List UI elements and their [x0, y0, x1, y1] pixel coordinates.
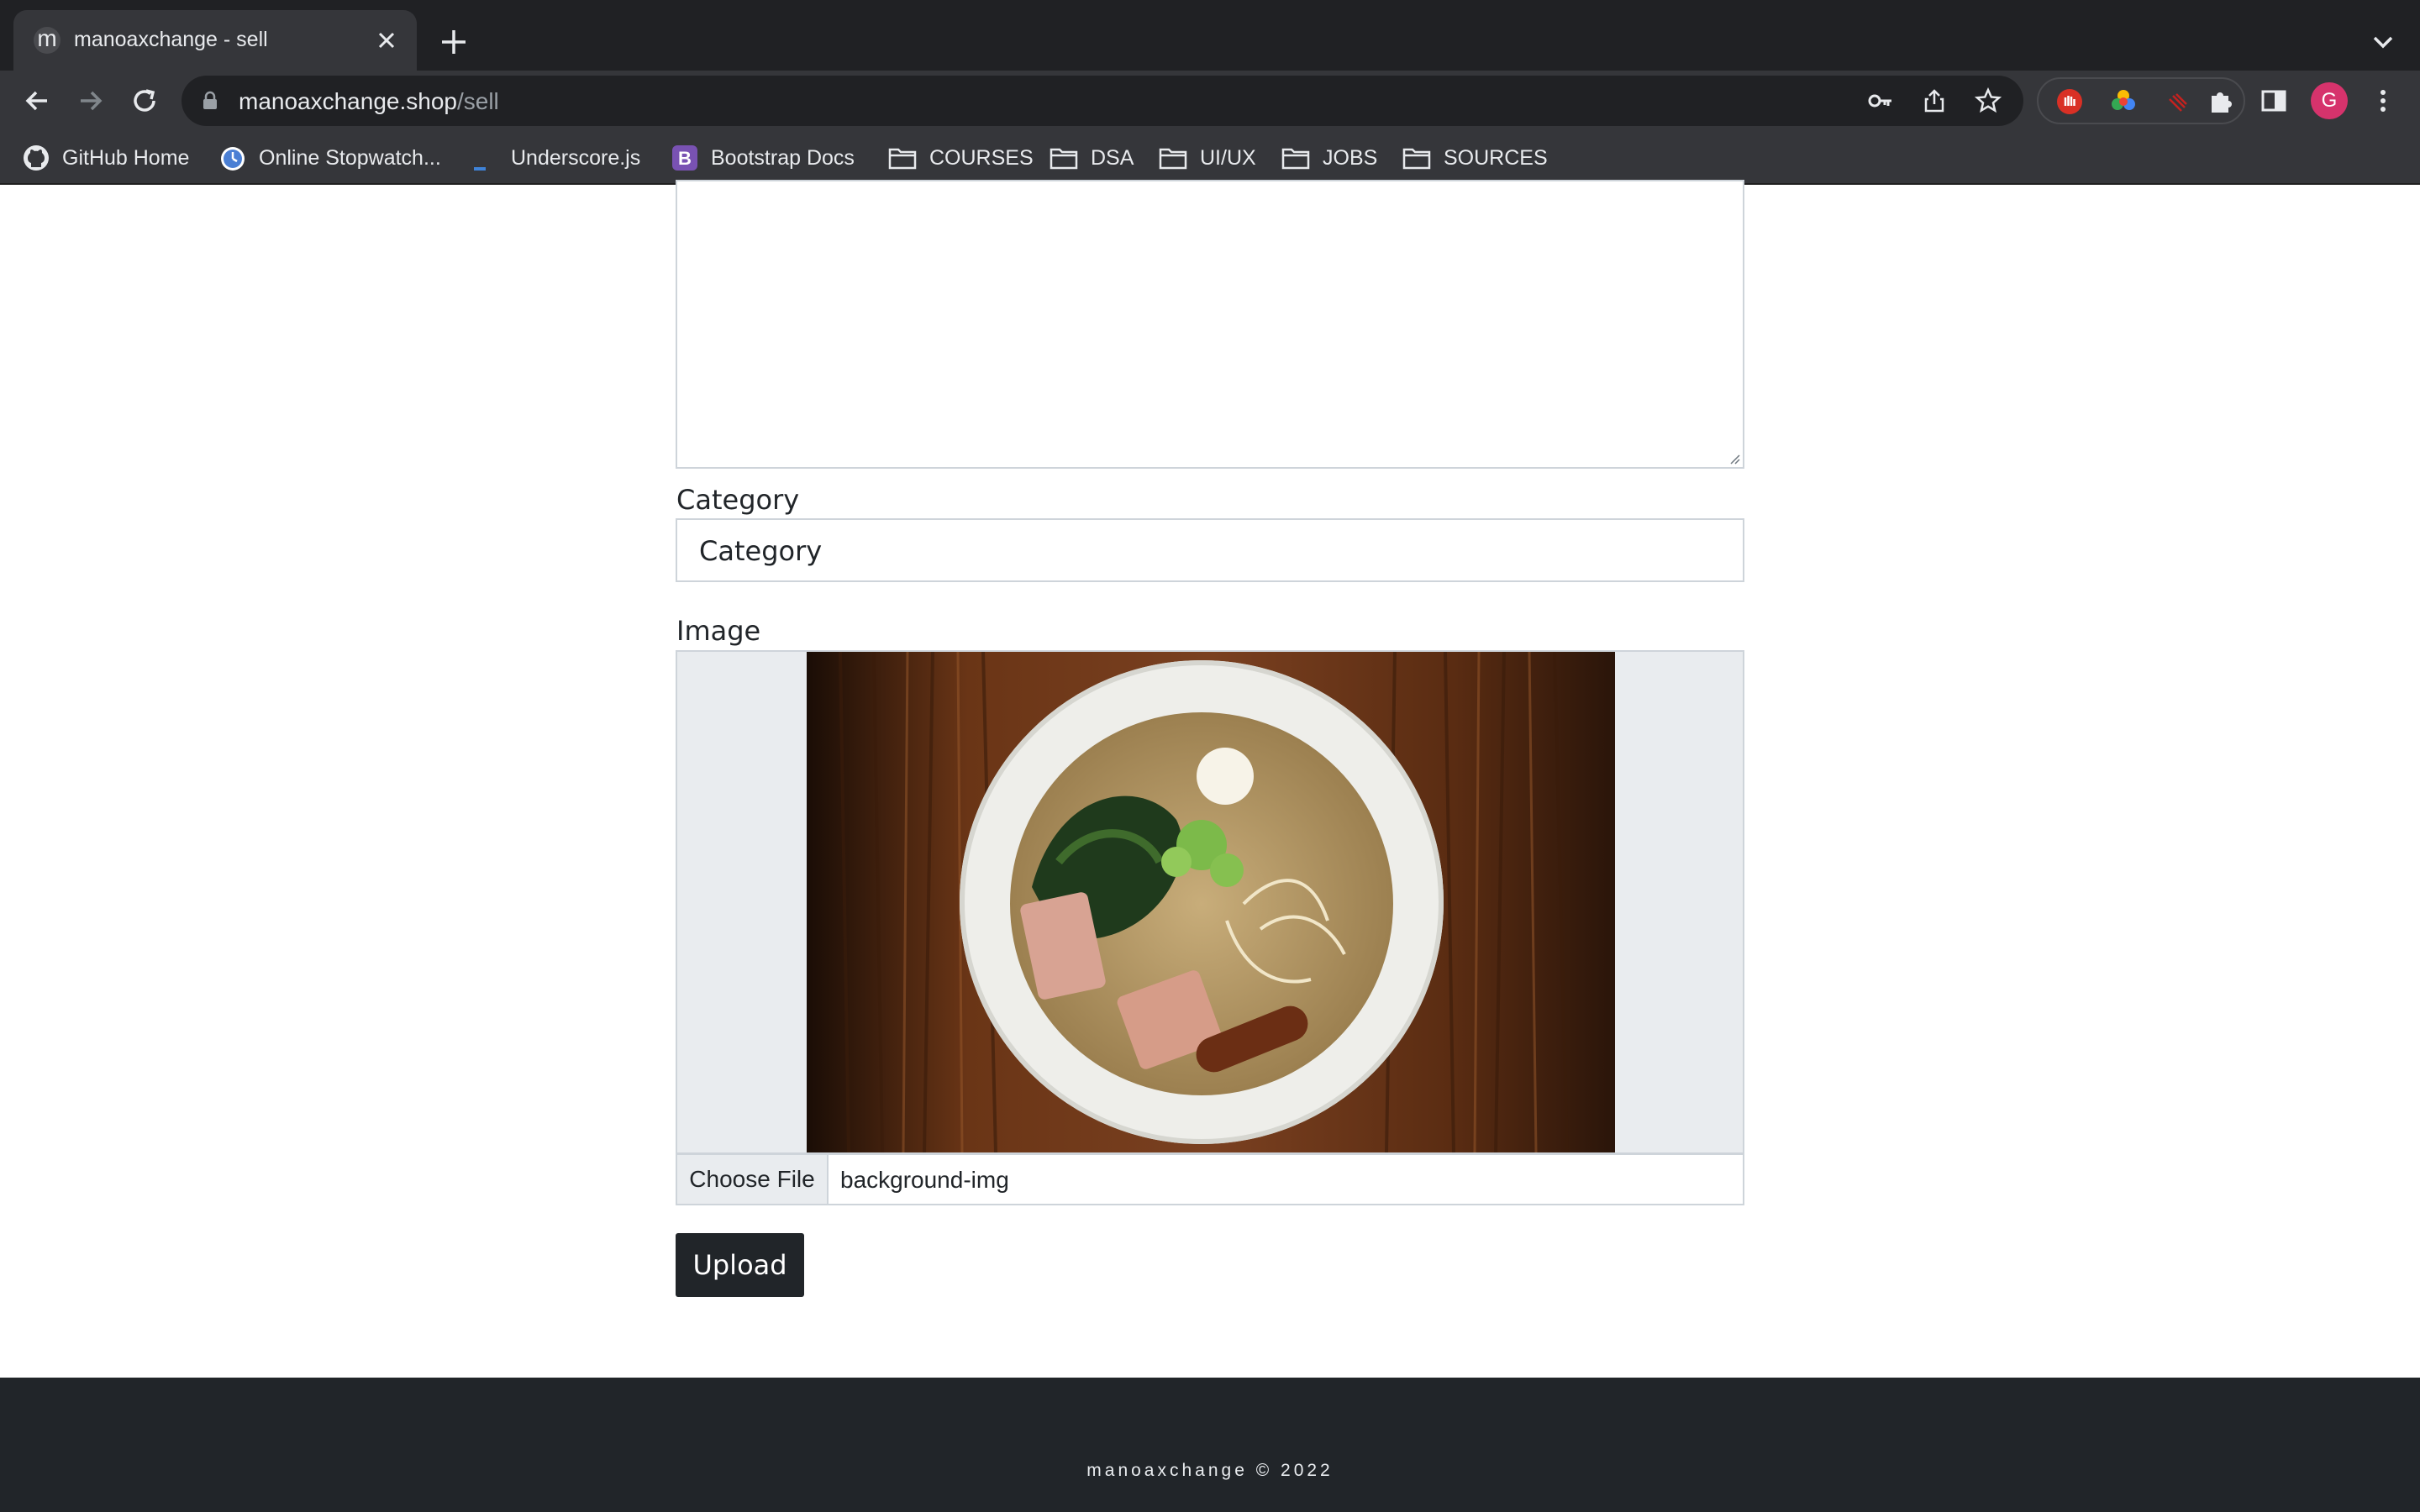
github-icon	[24, 145, 49, 171]
browser-tab-strip: m manoaxchange - sell	[0, 0, 2420, 71]
underscore-icon	[474, 167, 486, 171]
extensions-puzzle-icon[interactable]	[2207, 86, 2237, 116]
chevron-down-icon[interactable]	[2368, 27, 2398, 57]
bookmark-underscore-js[interactable]: Underscore.js	[471, 143, 640, 173]
close-icon[interactable]	[370, 24, 403, 57]
new-tab-icon[interactable]	[437, 25, 471, 59]
bookmark-folder-sources[interactable]: SOURCES	[1402, 143, 1548, 173]
dark-reader-extension-icon[interactable]	[2163, 87, 2191, 116]
bookmark-label: Online Stopwatch...	[259, 145, 441, 170]
bookmark-label: SOURCES	[1444, 145, 1548, 170]
browser-tab[interactable]: m manoaxchange - sell	[13, 10, 417, 71]
bookmark-folder-jobs[interactable]: JOBS	[1281, 143, 1377, 173]
bookmark-label: GitHub Home	[62, 145, 190, 170]
bookmark-github-home[interactable]: GitHub Home	[22, 143, 189, 173]
bookmark-label: Underscore.js	[511, 145, 641, 170]
footer-copyright: manoaxchange © 2022	[1086, 1461, 1334, 1480]
category-select[interactable]: Category	[676, 518, 1744, 582]
bookmark-folder-courses[interactable]: COURSES	[887, 143, 1034, 173]
image-preview	[676, 650, 1744, 1154]
blocker-extension-icon[interactable]	[2055, 87, 2084, 116]
star-icon[interactable]	[1975, 87, 2002, 114]
selected-file-name: background-img	[840, 1167, 1009, 1193]
folder-icon	[1050, 148, 1078, 170]
folder-icon	[1281, 148, 1310, 170]
choose-file-button[interactable]: Choose File	[677, 1155, 829, 1204]
resize-handle-icon[interactable]	[1726, 450, 1741, 465]
bookmark-label: DSA	[1091, 145, 1134, 170]
lock-icon[interactable]	[200, 91, 220, 111]
ramen-bowl-photo	[807, 652, 1615, 1152]
folder-icon	[888, 148, 917, 170]
url-path: /sell	[456, 88, 499, 114]
bookmark-label: Bootstrap Docs	[711, 145, 855, 170]
folder-icon	[1159, 148, 1187, 170]
reload-icon[interactable]	[128, 84, 161, 118]
profile-avatar[interactable]: G	[2311, 82, 2348, 119]
svg-text:B: B	[678, 148, 692, 169]
bookmark-folder-dsa[interactable]: DSA	[1049, 143, 1134, 173]
bookmark-label: UI/UX	[1200, 145, 1256, 170]
folder-icon	[1402, 148, 1431, 170]
bookmark-bootstrap-docs[interactable]: B Bootstrap Docs	[671, 143, 855, 173]
stopwatch-icon	[221, 147, 245, 171]
browser-toolbar: manoaxchange.shop/sell G	[0, 71, 2420, 131]
image-label: Image	[676, 615, 761, 647]
color-picker-extension-icon[interactable]	[2109, 87, 2138, 116]
key-icon[interactable]	[1867, 87, 1894, 114]
site-favicon-icon: m	[34, 27, 60, 54]
page-footer: manoaxchange © 2022	[0, 1378, 2420, 1512]
back-arrow-icon[interactable]	[20, 84, 54, 118]
forward-arrow-icon[interactable]	[74, 84, 108, 118]
bookmark-online-stopwatch[interactable]: Online Stopwatch...	[218, 143, 441, 173]
bookmark-folder-uiux[interactable]: UI/UX	[1158, 143, 1256, 173]
category-label: Category	[676, 484, 800, 516]
bookmark-label: COURSES	[929, 145, 1034, 170]
description-textarea[interactable]	[676, 180, 1744, 469]
address-bar[interactable]: manoaxchange.shop/sell	[182, 76, 2023, 126]
file-input[interactable]: Choose File background-img	[676, 1153, 1744, 1205]
sell-page: Category Category Image Choose File back…	[0, 180, 2420, 1378]
tab-title: manoaxchange - sell	[74, 28, 268, 51]
kebab-menu-icon[interactable]	[2368, 86, 2398, 116]
upload-button[interactable]: Upload	[676, 1233, 804, 1297]
url-host: manoaxchange.shop	[239, 88, 457, 114]
share-icon[interactable]	[1921, 87, 1948, 114]
bootstrap-icon: B	[672, 145, 697, 171]
bookmark-label: JOBS	[1323, 145, 1378, 170]
bookmarks-bar: GitHub Home Online Stopwatch... Undersco…	[0, 131, 2420, 185]
side-panel-icon[interactable]	[2259, 86, 2289, 116]
url-text[interactable]: manoaxchange.shop/sell	[239, 88, 499, 115]
